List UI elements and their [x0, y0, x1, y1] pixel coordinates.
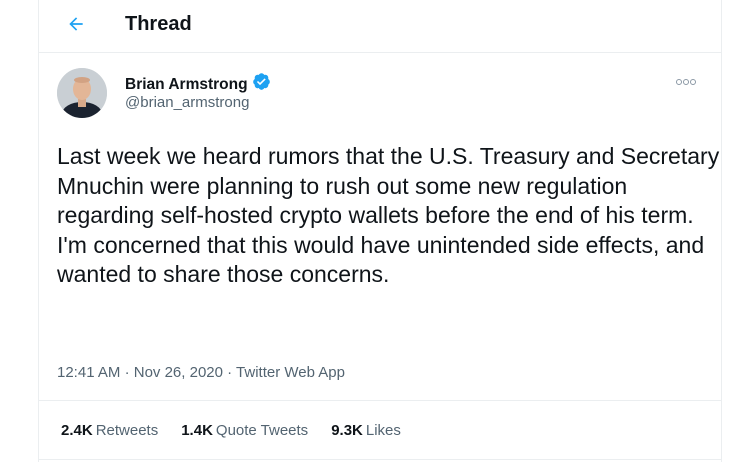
quote-tweets-stat[interactable]: 1.4K Quote Tweets — [181, 422, 308, 440]
meta-separator: · — [124, 364, 130, 381]
avatar[interactable] — [57, 68, 107, 118]
author-handle[interactable]: @brian_armstrong — [125, 94, 249, 112]
thread-column: Thread Brian Armstrong @brian_armstrong — [38, 0, 722, 462]
more-options-button[interactable] — [673, 74, 699, 90]
quote-tweets-label: Quote Tweets — [215, 422, 309, 439]
arrow-left-icon — [66, 14, 86, 39]
author-name-row[interactable]: Brian Armstrong — [125, 72, 271, 96]
quote-tweets-count: 1.4K — [181, 422, 213, 439]
retweets-stat[interactable]: 2.4K Retweets — [61, 422, 158, 440]
thread-header: Thread — [39, 0, 721, 53]
retweets-count: 2.4K — [61, 422, 93, 439]
tweet-meta: 12:41 AM · Nov 26, 2020 · Twitter Web Ap… — [57, 364, 345, 382]
likes-label: Likes — [365, 422, 401, 439]
tweet-time[interactable]: 12:41 AM — [57, 364, 120, 381]
more-options-dot — [683, 79, 689, 85]
more-options-dot — [690, 79, 696, 85]
tweet-text: Last week we heard rumors that the U.S. … — [57, 143, 720, 287]
back-button[interactable] — [59, 9, 93, 43]
tweet-date[interactable]: Nov 26, 2020 — [134, 364, 223, 381]
more-options-icon — [676, 79, 682, 85]
likes-stat[interactable]: 9.3K Likes — [331, 422, 401, 440]
retweets-label: Retweets — [95, 422, 159, 439]
tweet-author: Brian Armstrong @brian_armstrong — [57, 68, 697, 120]
author-name[interactable]: Brian Armstrong — [125, 75, 248, 94]
likes-count: 9.3K — [331, 422, 363, 439]
tweet-source[interactable]: Twitter Web App — [236, 364, 345, 381]
meta-separator: · — [227, 364, 233, 381]
tweet-stats: 2.4K Retweets 1.4K Quote Tweets 9.3K Likes — [39, 400, 721, 460]
page-title: Thread — [125, 13, 192, 35]
verified-badge-icon — [252, 72, 271, 96]
